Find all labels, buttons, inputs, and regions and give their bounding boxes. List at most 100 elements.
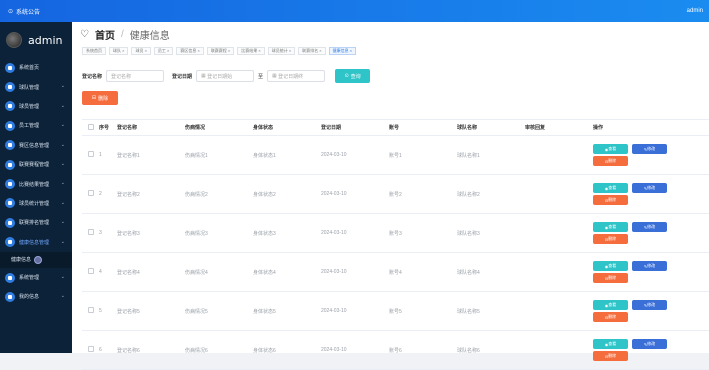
system-notice[interactable]: ⊙ 系统公告	[8, 7, 40, 16]
tab-tag[interactable]: 联赛赛程 ×	[206, 47, 235, 55]
row-select-cell	[82, 174, 99, 214]
sidebar-item-label: 球队管理	[19, 84, 40, 91]
date-end-input[interactable]: ▦ 登记日期终	[267, 70, 326, 82]
view-button[interactable]: ◉ 查看	[593, 339, 628, 349]
view-button[interactable]: ◉ 查看	[593, 261, 628, 271]
sidebar-item[interactable]: 员工管理 ⌄	[0, 116, 72, 135]
edit-button-label: 修改	[647, 302, 656, 307]
column-header: 操作	[593, 119, 709, 136]
sidebar-menu: 系统首页 球队管理 ⌄ 球员管理 ⌄ 员工管理 ⌄ 赛区信息管理 ⌄ 联赛赛程管理 ⌄ 比赛结果管理 ⌄…	[0, 58, 72, 307]
table-cell: 身体状态2	[253, 174, 321, 214]
notice-label: 系统公告	[16, 9, 41, 16]
user-name[interactable]: admin	[687, 8, 703, 14]
row-actions: ◉ 查看 ✎ 修改 ⊟ 删除	[593, 291, 709, 331]
row-checkbox[interactable]	[88, 346, 94, 352]
table-body: 1 登记名称1 伤病情况1 身体状态1 2024-03-10 账号1 球队名称1 ◉ 查看 ✎ …	[82, 135, 709, 370]
table-cell: 伤病情况5	[185, 291, 253, 331]
menu-icon	[5, 291, 15, 302]
row-select-cell	[82, 135, 99, 175]
select-all-checkbox[interactable]	[88, 123, 94, 130]
sidebar-item[interactable]: 球员统计管理 ⌄	[0, 194, 72, 213]
sidebar-item[interactable]: 系统首页	[0, 58, 72, 77]
delete-button[interactable]: ⊟ 删除	[593, 234, 628, 244]
edit-button[interactable]: ✎ 修改	[632, 144, 667, 154]
menu-icon	[5, 159, 15, 170]
row-checkbox[interactable]	[88, 151, 94, 157]
tab-tag[interactable]: 联赛排名 ×	[298, 47, 326, 55]
sidebar-item[interactable]: 球队管理 ⌄	[0, 77, 72, 96]
table-cell: 球队名称6	[457, 330, 525, 370]
delete-button[interactable]: ⊟ 删除	[593, 195, 628, 205]
table-cell: 伤病情况6	[185, 330, 253, 370]
row-actions: ◉ 查看 ✎ 修改 ⊟ 删除	[593, 330, 709, 370]
column-header: 账号	[389, 119, 457, 136]
view-button-label: 查看	[608, 302, 617, 307]
edit-button[interactable]: ✎ 修改	[632, 183, 667, 193]
view-button[interactable]: ◉ 查看	[593, 183, 628, 193]
table-cell: 登记名称4	[117, 252, 185, 292]
table-cell: 登记名称6	[117, 330, 185, 370]
breadcrumb-home[interactable]: 首页	[95, 27, 115, 42]
sidebar-item[interactable]: 赛区信息管理 ⌄	[0, 136, 72, 155]
sidebar-item[interactable]: 我的信息 ⌄	[0, 287, 72, 306]
delete-button[interactable]: ⊟ 删除	[593, 312, 628, 322]
table-cell: 3	[99, 213, 117, 253]
table-cell: 身体状态1	[253, 135, 321, 175]
view-button-label: 查看	[608, 224, 617, 229]
sidebar-item[interactable]: 联赛排名管理 ⌄	[0, 213, 72, 232]
name-input[interactable]: 登记名称	[106, 70, 165, 82]
sidebar-subitem-health[interactable]: 健康信息	[0, 251, 72, 268]
edit-button[interactable]: ✎ 修改	[632, 261, 667, 271]
table-cell: 2	[99, 174, 117, 214]
delete-button[interactable]: ⊟ 删除	[593, 273, 628, 283]
row-checkbox[interactable]	[88, 229, 94, 235]
table-cell: 2024-03-10	[321, 252, 389, 292]
tab-tag[interactable]: 球员 ×	[131, 47, 151, 55]
table-cell: 1	[99, 135, 117, 175]
row-actions: ◉ 查看 ✎ 修改 ⊟ 删除	[593, 135, 709, 175]
delete-button-label: 删除	[608, 158, 617, 163]
row-checkbox[interactable]	[88, 190, 94, 196]
table-cell: 登记名称5	[117, 291, 185, 331]
sidebar-item[interactable]: 健康信息管理 ⌄	[0, 233, 72, 252]
table-cell: 账号5	[389, 291, 457, 331]
delete-button-label: 删除	[608, 314, 617, 319]
tab-tag[interactable]: 比赛结果 ×	[237, 47, 265, 55]
chevron-down-icon: ⌄	[60, 160, 65, 167]
row-checkbox[interactable]	[88, 268, 94, 274]
delete-button[interactable]: ⊟ 删除	[593, 156, 628, 166]
menu-icon	[5, 272, 15, 283]
edit-button[interactable]: ✎ 修改	[632, 222, 667, 232]
batch-delete-button[interactable]: ⊟ 删除	[82, 91, 118, 105]
trash-icon: ⊟	[91, 95, 97, 101]
tab-tag[interactable]: 球员统计 ×	[267, 47, 296, 55]
edit-button[interactable]: ✎ 修改	[632, 300, 667, 310]
table-cell: 球队名称1	[457, 135, 525, 175]
sidebar-item[interactable]: 球员管理 ⌄	[0, 97, 72, 116]
avatar[interactable]	[6, 32, 22, 48]
date-filter-label: 登记日期	[172, 73, 193, 80]
view-button[interactable]: ◉ 查看	[593, 144, 628, 154]
date-start-input[interactable]: ▦ 登记日期始	[196, 70, 255, 82]
delete-button-label: 删除	[608, 197, 617, 202]
table-cell: 身体状态5	[253, 291, 321, 331]
sidebar-item[interactable]: 联赛赛程管理 ⌄	[0, 155, 72, 174]
menu-icon	[5, 140, 15, 151]
tab-tag[interactable]: 球队 ×	[109, 47, 129, 55]
table-cell: 4	[99, 252, 117, 292]
row-checkbox[interactable]	[88, 307, 94, 313]
view-button[interactable]: ◉ 查看	[593, 222, 628, 232]
search-button[interactable]: ⊙ 查询	[335, 69, 371, 83]
tab-tag[interactable]: 赛区信息 ×	[176, 47, 204, 55]
tab-tag[interactable]: 员工 ×	[153, 47, 174, 55]
table-header-row: 序号 登记名称 伤病情况 身体状态 登记日期 账号 球队名称 审核回复 操作	[82, 119, 709, 136]
sidebar-item[interactable]: 比赛结果管理 ⌄	[0, 174, 72, 193]
tab-tag[interactable]: 健康信息 ×	[328, 47, 357, 55]
view-button[interactable]: ◉ 查看	[593, 300, 628, 310]
column-header	[82, 119, 99, 136]
tab-tag[interactable]: 系统首页	[82, 47, 106, 55]
table-cell	[525, 135, 593, 175]
sidebar-item[interactable]: 系统管理 ⌄	[0, 268, 72, 287]
table-cell: 6	[99, 330, 117, 370]
edit-button[interactable]: ✎ 修改	[632, 339, 667, 349]
